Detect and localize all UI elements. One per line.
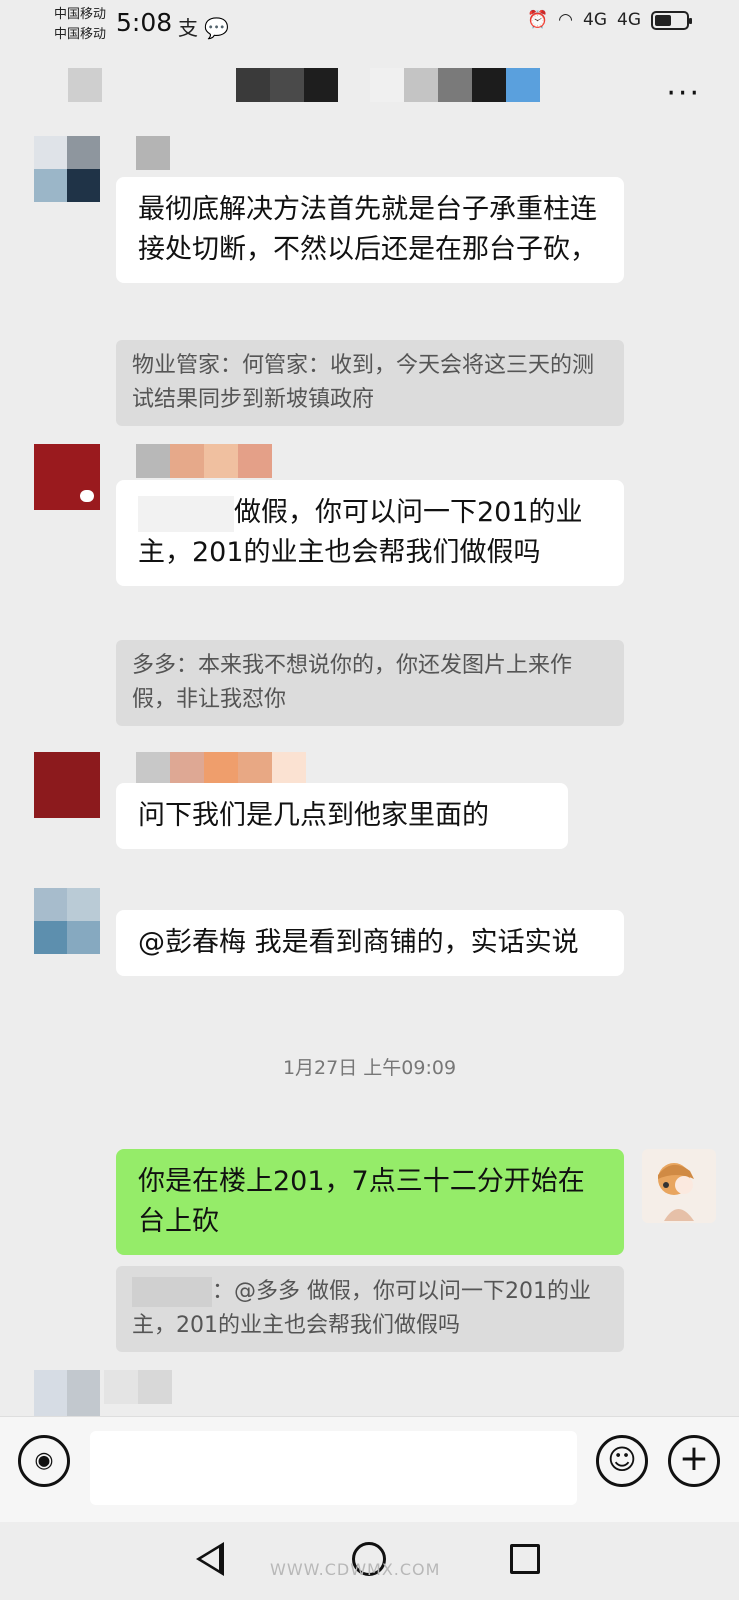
quoted-text: 多多：本来我不想说你的，你还发图片上来作假，非让我怼你 [132,653,573,712]
alarm-icon: ⏰ [526,10,549,30]
sender-name [138,1370,172,1404]
sender-name [136,444,170,478]
clock: 5:08 [116,8,173,37]
pixelated-title [438,68,472,102]
avatar[interactable] [34,888,100,954]
emoji-button[interactable]: ☺ [596,1435,648,1487]
sender-name [136,752,170,786]
avatar[interactable] [34,1370,100,1416]
sender-name [170,444,204,478]
signal-2-label: 4G [617,10,641,30]
pixelated-title [68,68,102,102]
pixelated-title [472,68,506,102]
avatar[interactable] [34,444,100,510]
recent-apps-icon[interactable] [510,1544,540,1574]
more-actions-button[interactable]: + [668,1435,720,1487]
pixelated-title [236,68,270,102]
sender-name [204,752,238,786]
voice-icon: ◉ [34,1448,54,1473]
my-message-bubble[interactable]: 你是在楼上201，7点三十二分开始在台上砍 [116,1149,624,1255]
avatar[interactable] [34,752,100,818]
voice-input-button[interactable]: ◉ [18,1435,70,1487]
wifi-icon: ◠ [558,10,573,30]
system-icons: ⏰ ◠ 4G 4G [526,10,692,30]
blurred-name [132,1277,212,1307]
quoted-message[interactable]: ：@多多 做假，你可以问一下201的业主，201的业主也会帮我们做假吗 [116,1266,624,1352]
back-icon[interactable] [196,1542,224,1576]
sender-name [238,752,272,786]
pixelated-title [404,68,438,102]
message-bubble[interactable]: 最彻底解决方法首先就是台子承重柱连接处切断，不然以后还是在那台子砍， [116,177,624,283]
message-bubble[interactable]: @彭春梅 我是看到商铺的，实话实说 [116,910,624,976]
message-bubble[interactable]: 做假，你可以问一下201的业主，201的业主也会帮我们做假吗 [116,480,624,586]
sender-name [170,752,204,786]
message-bubble[interactable]: 问下我们是几点到他家里面的 [116,783,568,849]
pixelated-title [506,68,540,102]
carrier-1: 中国移动 [54,7,107,22]
sender-name [272,752,306,786]
watermark: WWW.CDWMX.COM [270,1560,441,1579]
smile-icon: ☺ [607,1443,637,1476]
carrier-2: 中国移动 [54,27,107,42]
navigation-bar: WWW.CDWMX.COM [0,1522,739,1600]
signal-1-label: 4G [583,10,607,30]
input-bar: ◉ ☺ + [0,1416,739,1522]
pixelated-title [304,68,338,102]
quoted-message[interactable]: 多多：本来我不想说你的，你还发图片上来作假，非让我怼你 [116,640,624,726]
blurred-mention [138,495,234,532]
sender-name [204,444,238,478]
carrier-label: 中国移动 中国移动 [54,5,106,45]
plus-icon: + [678,1438,710,1479]
pixelated-title [270,68,304,102]
avatar[interactable] [34,136,100,202]
message-input[interactable] [90,1431,577,1505]
notification-icons: 支 💬 [178,16,230,40]
my-avatar[interactable] [642,1149,716,1223]
status-bar: 中国移动 中国移动 5:08 支 💬 ⏰ ◠ 4G 4G [0,0,739,50]
sender-name [104,1370,138,1404]
pixelated-title [370,68,404,102]
quoted-message[interactable]: 物业管家：何管家：收到，今天会将这三天的测试结果同步到新坡镇政府 [116,340,624,426]
chat-title-bar: ··· [0,56,739,136]
battery-icon [651,10,692,30]
sender-name [238,444,272,478]
more-options-button[interactable]: ··· [666,76,701,111]
sender-name [136,136,170,170]
character-icon [658,1163,694,1221]
timestamp: 1月27日 上午09:09 [282,1057,457,1079]
